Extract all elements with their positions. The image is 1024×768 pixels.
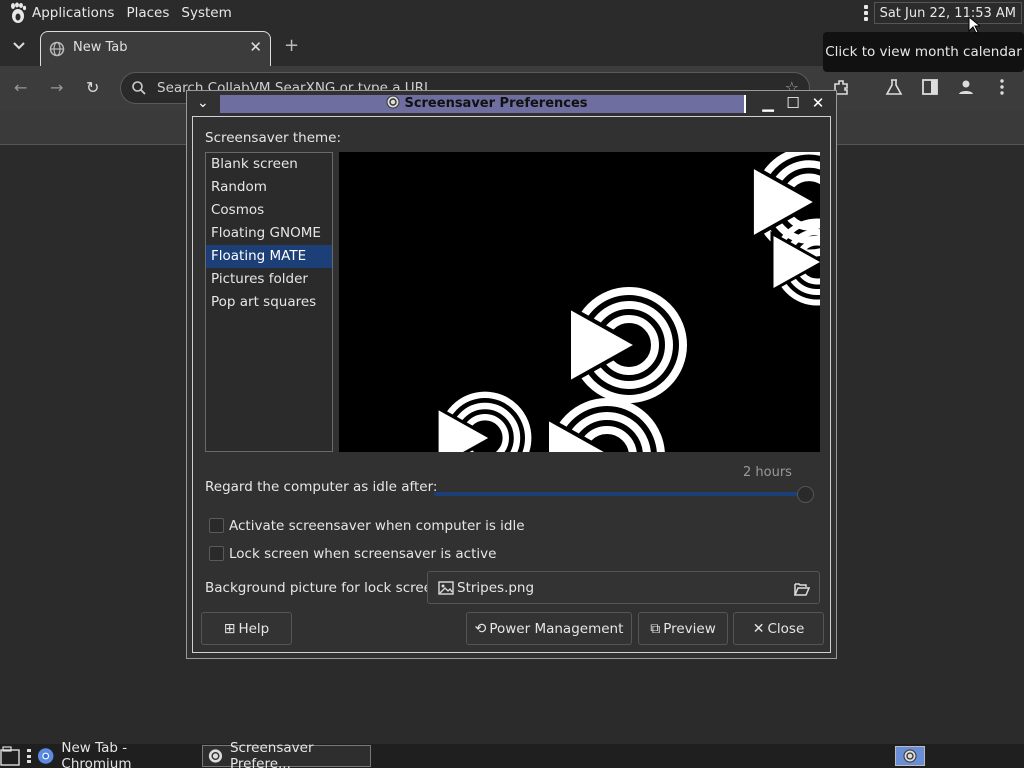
close-button[interactable]: ✕ Close bbox=[733, 612, 824, 645]
maximize-icon[interactable]: ☐ bbox=[784, 94, 802, 112]
close-label: Close bbox=[767, 620, 805, 637]
calendar-tooltip: Click to view month calendar bbox=[823, 32, 1024, 72]
theme-label: Screensaver theme: bbox=[205, 130, 342, 146]
preview-icon: ⧉ bbox=[650, 620, 661, 637]
back-arrow-icon[interactable]: ← bbox=[14, 78, 27, 97]
taskbar-item-chromium[interactable]: New Tab - Chromium bbox=[37, 740, 197, 768]
close-icon: ✕ bbox=[752, 620, 765, 637]
side-panel-icon[interactable] bbox=[920, 77, 940, 97]
bottom-panel: New Tab - Chromium Screensaver Prefere..… bbox=[0, 740, 1024, 768]
theme-item[interactable]: Pop art squares bbox=[206, 291, 332, 314]
tab-close-icon[interactable]: ✕ bbox=[249, 38, 262, 56]
system-label: System bbox=[181, 5, 232, 21]
background-file-chooser[interactable]: Stripes.png bbox=[427, 571, 820, 604]
mate-logo-icon bbox=[547, 402, 661, 452]
tab-title: New Tab bbox=[73, 40, 128, 55]
background-label: Background picture for lock screen: bbox=[205, 580, 446, 596]
tab-search-chevron-icon[interactable] bbox=[8, 38, 30, 54]
panel-kebab-icon[interactable] bbox=[863, 5, 868, 21]
close-window-icon[interactable]: ✕ bbox=[809, 94, 827, 112]
chromium-icon bbox=[37, 748, 54, 764]
idle-slider-knob[interactable] bbox=[797, 486, 814, 503]
preview-button[interactable]: ⧉ Preview bbox=[638, 612, 728, 645]
taskbar-chromium-label: New Tab - Chromium bbox=[61, 740, 132, 768]
background-filename: Stripes.png bbox=[457, 580, 535, 596]
idle-slider-track[interactable] bbox=[434, 492, 807, 496]
minimize-icon[interactable]: ▁ bbox=[759, 94, 777, 112]
applications-menu[interactable]: Applications bbox=[0, 0, 120, 26]
help-icon: ⊞ bbox=[223, 620, 236, 637]
search-icon bbox=[132, 81, 146, 95]
lock-checkbox[interactable] bbox=[209, 546, 224, 561]
open-file-icon bbox=[793, 583, 810, 596]
theme-list[interactable]: Blank screen Random Cosmos Floating GNOM… bbox=[205, 152, 333, 452]
power-icon: ⟲ bbox=[474, 620, 487, 637]
mouse-cursor-icon bbox=[968, 16, 980, 34]
screensaver-preview bbox=[339, 152, 820, 452]
clock[interactable]: Sat Jun 22, 11:53 AM bbox=[873, 2, 1022, 24]
theme-item[interactable]: Blank screen bbox=[206, 153, 332, 176]
power-label: Power Management bbox=[489, 620, 624, 637]
theme-item[interactable]: Random bbox=[206, 176, 332, 199]
show-desktop-icon[interactable] bbox=[0, 746, 22, 766]
preview-label: Preview bbox=[663, 620, 716, 637]
places-menu[interactable]: Places bbox=[120, 0, 175, 26]
system-menu[interactable]: System bbox=[175, 0, 237, 26]
globe-icon bbox=[49, 41, 65, 57]
theme-item[interactable]: Pictures folder bbox=[206, 268, 332, 291]
dialog-title-text: Screensaver Preferences bbox=[404, 96, 588, 111]
dialog-titlebar[interactable]: ⌄ Screensaver Preferences ▁ ☐ ✕ bbox=[187, 91, 836, 116]
browser-tab[interactable]: New Tab ✕ bbox=[40, 31, 271, 66]
gnome-foot-icon bbox=[11, 2, 27, 23]
screensaver-tray-icon bbox=[903, 749, 917, 763]
screensaver-preferences-dialog: ⌄ Screensaver Preferences ▁ ☐ ✕ Screensa… bbox=[186, 90, 837, 659]
theme-item[interactable]: Cosmos bbox=[206, 199, 332, 222]
launcher-kebab-icon[interactable] bbox=[27, 749, 31, 763]
activate-checkbox[interactable] bbox=[209, 518, 224, 533]
places-label: Places bbox=[126, 5, 170, 21]
applications-label: Applications bbox=[32, 5, 115, 21]
theme-item-selected[interactable]: Floating MATE bbox=[206, 245, 332, 268]
idle-label: Regard the computer as idle after: bbox=[205, 479, 438, 495]
activate-label: Activate screensaver when computer is id… bbox=[229, 518, 525, 534]
help-label: Help bbox=[238, 620, 270, 637]
workspace-switcher[interactable] bbox=[895, 746, 925, 766]
taskbar-screensaver-label: Screensaver Prefere... bbox=[229, 740, 314, 768]
new-tab-plus-icon[interactable]: + bbox=[284, 35, 299, 56]
screensaver-app-icon bbox=[207, 748, 223, 764]
idle-value: 2 hours bbox=[743, 465, 792, 480]
browser-menu-icon[interactable] bbox=[992, 77, 1012, 97]
help-button[interactable]: ⊞ Help bbox=[201, 612, 292, 645]
image-file-icon bbox=[438, 581, 454, 595]
screensaver-app-icon bbox=[386, 95, 400, 109]
theme-item[interactable]: Floating GNOME bbox=[206, 222, 332, 245]
labs-flask-icon[interactable] bbox=[884, 77, 904, 97]
taskbar-item-screensaver[interactable]: Screensaver Prefere... bbox=[202, 740, 371, 768]
mate-logo-icon bbox=[569, 291, 683, 399]
profile-icon[interactable] bbox=[956, 77, 976, 97]
forward-arrow-icon[interactable]: → bbox=[50, 78, 63, 97]
reload-icon[interactable]: ↻ bbox=[86, 78, 99, 97]
lock-label: Lock screen when screensaver is active bbox=[229, 546, 497, 562]
power-management-button[interactable]: ⟲ Power Management bbox=[466, 612, 632, 645]
mate-logo-icon bbox=[437, 395, 528, 452]
top-panel: Applications Places System Sat Jun 22, 1… bbox=[0, 0, 1024, 26]
dialog-title: Screensaver Preferences bbox=[187, 95, 787, 113]
top-right-area: Sat Jun 22, 11:53 AM bbox=[863, 0, 1024, 26]
